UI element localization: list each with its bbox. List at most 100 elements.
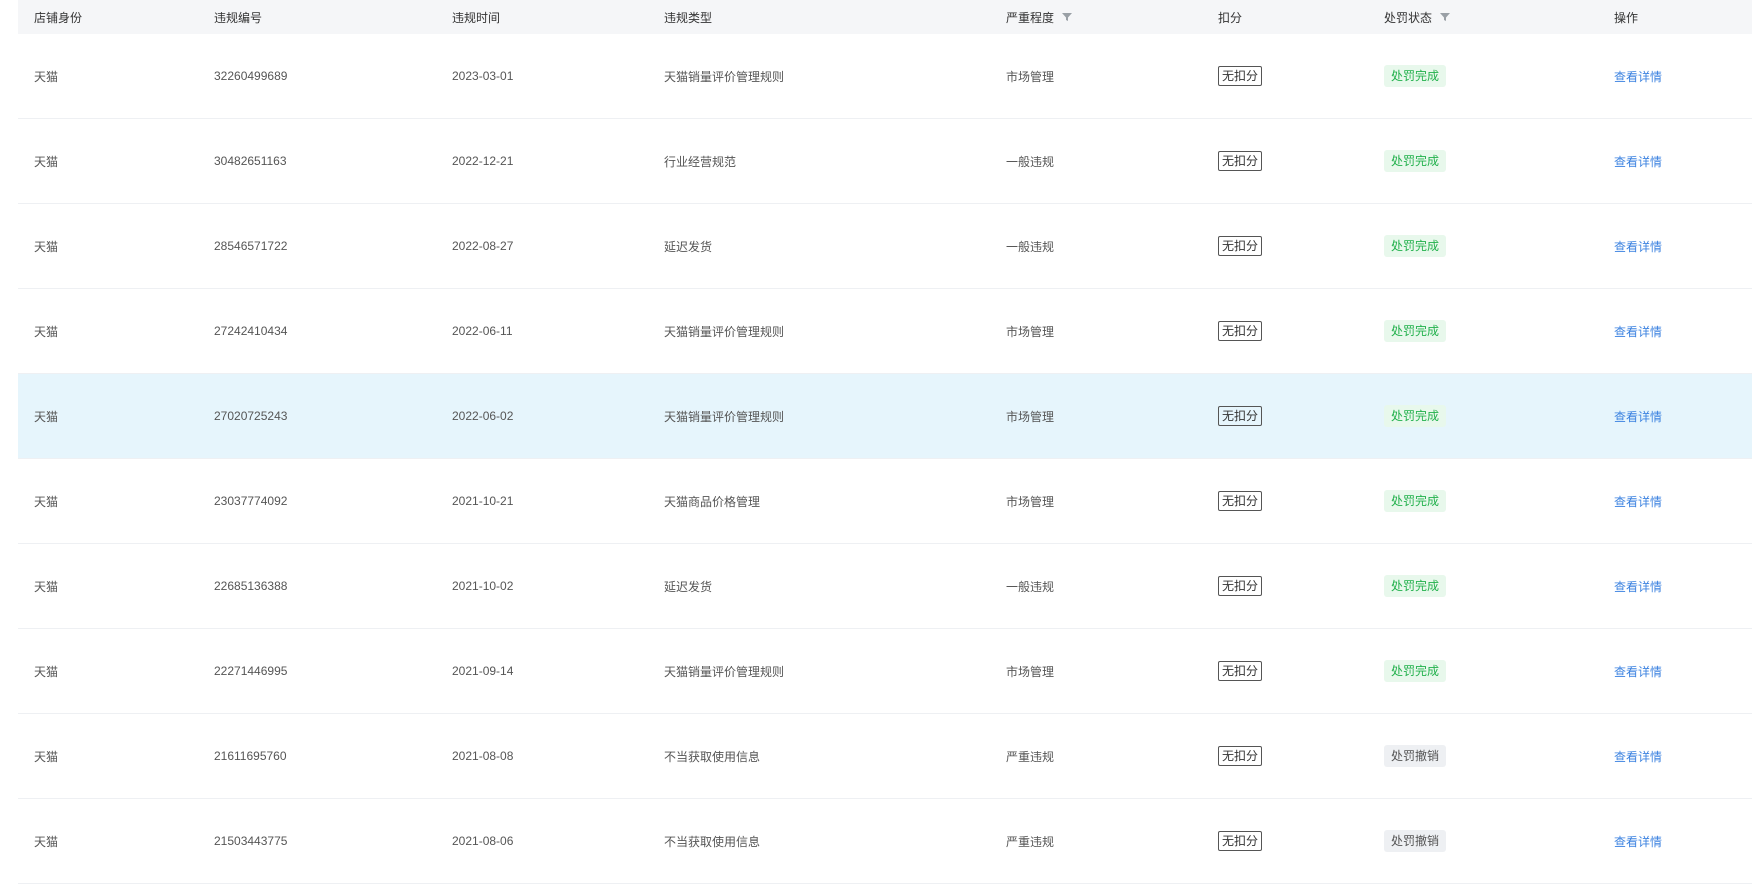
cell-status: 处罚完成 bbox=[1368, 150, 1598, 172]
score-tag: 无扣分 bbox=[1218, 746, 1263, 766]
severity-text: 市场管理 bbox=[1006, 409, 1055, 424]
identity-text: 天猫 bbox=[34, 834, 59, 849]
severity-text: 市场管理 bbox=[1006, 494, 1055, 509]
view-details-link[interactable]: 查看详情 bbox=[1614, 323, 1662, 340]
cell-action: 查看详情 bbox=[1598, 238, 1752, 255]
score-tag: 无扣分 bbox=[1218, 661, 1263, 681]
cell-severity: 一般违规 bbox=[990, 153, 1202, 170]
cell-identity: 天猫 bbox=[18, 408, 198, 425]
score-tag: 无扣分 bbox=[1218, 491, 1263, 511]
cell-identity: 天猫 bbox=[18, 578, 198, 595]
column-header-identity: 店铺身份 bbox=[18, 9, 198, 26]
identity-text: 天猫 bbox=[34, 69, 59, 84]
cell-score: 无扣分 bbox=[1202, 321, 1368, 341]
type-text: 天猫商品价格管理 bbox=[664, 494, 761, 509]
score-tag: 无扣分 bbox=[1218, 576, 1263, 596]
date-text: 2021-10-02 bbox=[452, 579, 514, 593]
identity-text: 天猫 bbox=[34, 579, 59, 594]
view-details-link[interactable]: 查看详情 bbox=[1614, 748, 1662, 765]
cell-identity: 天猫 bbox=[18, 238, 198, 255]
identity-text: 天猫 bbox=[34, 749, 59, 764]
cell-code: 32260499689 bbox=[198, 69, 436, 83]
date-text: 2022-08-27 bbox=[452, 239, 514, 253]
status-badge: 处罚完成 bbox=[1384, 490, 1447, 512]
filter-icon[interactable] bbox=[1440, 12, 1451, 22]
status-badge: 处罚撤销 bbox=[1384, 745, 1447, 767]
cell-identity: 天猫 bbox=[18, 493, 198, 510]
view-details-link[interactable]: 查看详情 bbox=[1614, 68, 1662, 85]
cell-type: 行业经营规范 bbox=[648, 153, 990, 170]
view-details-link[interactable]: 查看详情 bbox=[1614, 833, 1662, 850]
cell-severity: 严重违规 bbox=[990, 748, 1202, 765]
view-details-link[interactable]: 查看详情 bbox=[1614, 408, 1662, 425]
column-header-score: 扣分 bbox=[1202, 9, 1368, 26]
code-text: 22685136388 bbox=[214, 579, 288, 593]
type-text: 行业经营规范 bbox=[664, 154, 737, 169]
type-text: 天猫销量评价管理规则 bbox=[664, 69, 785, 84]
date-text: 2021-08-08 bbox=[452, 749, 514, 763]
table-row: 天猫 28546571722 2022-08-27 延迟发货 一般违规 无扣分 处罚完成 查看… bbox=[18, 204, 1752, 289]
severity-text: 一般违规 bbox=[1006, 579, 1055, 594]
column-header-label: 处罚状态 bbox=[1384, 10, 1433, 25]
type-text: 天猫销量评价管理规则 bbox=[664, 664, 785, 679]
cell-status: 处罚撤销 bbox=[1368, 745, 1598, 767]
cell-date: 2023-03-01 bbox=[436, 69, 648, 83]
cell-action: 查看详情 bbox=[1598, 748, 1752, 765]
table-row: 天猫 27242410434 2022-06-11 天猫销量评价管理规则 市场管理 无扣分… bbox=[18, 289, 1752, 374]
view-details-link[interactable]: 查看详情 bbox=[1614, 153, 1662, 170]
status-badge: 处罚完成 bbox=[1384, 660, 1447, 682]
cell-date: 2022-06-11 bbox=[436, 324, 648, 338]
cell-identity: 天猫 bbox=[18, 153, 198, 170]
code-text: 32260499689 bbox=[214, 69, 288, 83]
cell-severity: 市场管理 bbox=[990, 408, 1202, 425]
column-header-severity[interactable]: 严重程度 bbox=[990, 9, 1202, 26]
cell-type: 延迟发货 bbox=[648, 238, 990, 255]
severity-text: 市场管理 bbox=[1006, 324, 1055, 339]
cell-date: 2021-08-06 bbox=[436, 834, 648, 848]
view-details-link[interactable]: 查看详情 bbox=[1614, 493, 1662, 510]
filter-icon[interactable] bbox=[1062, 12, 1073, 22]
view-details-link[interactable]: 查看详情 bbox=[1614, 663, 1662, 680]
cell-type: 天猫销量评价管理规则 bbox=[648, 408, 990, 425]
date-text: 2023-03-01 bbox=[452, 69, 514, 83]
view-details-link[interactable]: 查看详情 bbox=[1614, 578, 1662, 595]
cell-type: 天猫销量评价管理规则 bbox=[648, 663, 990, 680]
violations-table: 店铺身份 违规编号 违规时间 违规类型 严重程度 扣分 处罚状态 操作 天猫 322604996… bbox=[18, 0, 1752, 884]
identity-text: 天猫 bbox=[34, 664, 59, 679]
status-badge: 处罚完成 bbox=[1384, 575, 1447, 597]
code-text: 21503443775 bbox=[214, 834, 288, 848]
cell-severity: 严重违规 bbox=[990, 833, 1202, 850]
cell-code: 27020725243 bbox=[198, 409, 436, 423]
column-header-status[interactable]: 处罚状态 bbox=[1368, 9, 1598, 26]
cell-code: 30482651163 bbox=[198, 154, 436, 168]
cell-status: 处罚完成 bbox=[1368, 405, 1598, 427]
type-text: 延迟发货 bbox=[664, 239, 713, 254]
column-header-action: 操作 bbox=[1598, 9, 1752, 26]
date-text: 2022-06-02 bbox=[452, 409, 514, 423]
table-row: 天猫 30482651163 2022-12-21 行业经营规范 一般违规 无扣分 处罚完成… bbox=[18, 119, 1752, 204]
type-text: 延迟发货 bbox=[664, 579, 713, 594]
column-header-violation-type: 违规类型 bbox=[648, 9, 990, 26]
identity-text: 天猫 bbox=[34, 239, 59, 254]
cell-date: 2021-09-14 bbox=[436, 664, 648, 678]
cell-code: 21611695760 bbox=[198, 749, 436, 763]
score-tag: 无扣分 bbox=[1218, 321, 1263, 341]
severity-text: 一般违规 bbox=[1006, 239, 1055, 254]
view-details-link[interactable]: 查看详情 bbox=[1614, 238, 1662, 255]
cell-action: 查看详情 bbox=[1598, 833, 1752, 850]
cell-type: 天猫销量评价管理规则 bbox=[648, 68, 990, 85]
cell-status: 处罚完成 bbox=[1368, 320, 1598, 342]
cell-date: 2022-12-21 bbox=[436, 154, 648, 168]
date-text: 2021-09-14 bbox=[452, 664, 514, 678]
cell-status: 处罚完成 bbox=[1368, 660, 1598, 682]
cell-status: 处罚完成 bbox=[1368, 575, 1598, 597]
cell-type: 不当获取使用信息 bbox=[648, 833, 990, 850]
cell-date: 2022-08-27 bbox=[436, 239, 648, 253]
table-row: 天猫 21503443775 2021-08-06 不当获取使用信息 严重违规 无扣分 处罚… bbox=[18, 799, 1752, 884]
severity-text: 市场管理 bbox=[1006, 664, 1055, 679]
cell-code: 22271446995 bbox=[198, 664, 436, 678]
date-text: 2022-12-21 bbox=[452, 154, 514, 168]
status-badge: 处罚完成 bbox=[1384, 65, 1447, 87]
type-text: 不当获取使用信息 bbox=[664, 749, 761, 764]
code-text: 27242410434 bbox=[214, 324, 288, 338]
